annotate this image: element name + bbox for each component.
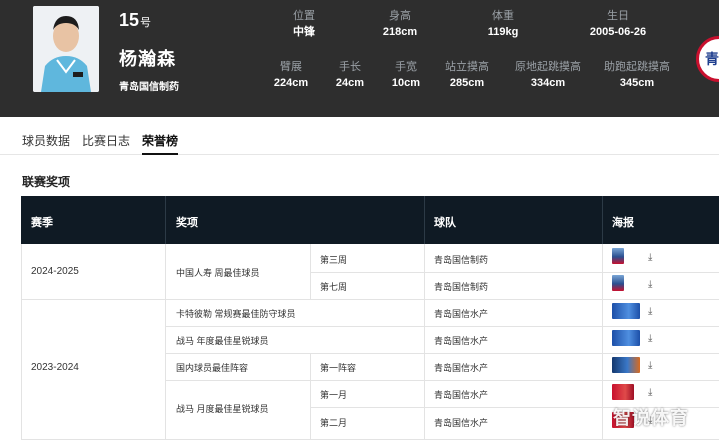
jersey-number: 15号 (119, 10, 152, 30)
poster-thumbnail[interactable] (612, 275, 624, 291)
player-header: 15号 杨瀚森 青岛国信制药 位置 中锋 身高 218cm 体重 119kg 生日 20… (0, 0, 719, 117)
download-icon[interactable]: ⤓ (648, 360, 652, 371)
header-poster: 海报 (612, 217, 634, 229)
download-icon[interactable]: ⤓ (648, 333, 652, 344)
stat-standing-vertical: 原地起跳摸高 334cm (515, 61, 581, 89)
poster-thumbnail[interactable] (612, 330, 640, 346)
poster-thumbnail[interactable] (612, 357, 640, 373)
header-season: 赛季 (31, 217, 53, 229)
watermark: 智说体育 (613, 408, 689, 428)
header-team: 球队 (434, 217, 456, 229)
tab-honors[interactable]: 荣誉榜 (142, 132, 179, 155)
stat-running-vertical: 助跑起跳摸高 345cm (604, 61, 670, 89)
player-name: 杨瀚森 (119, 49, 176, 69)
header-award: 奖项 (176, 217, 198, 229)
stat-birthday: 生日 2005-06-26 (589, 10, 647, 38)
download-icon[interactable]: ⤓ (648, 306, 652, 317)
poster-thumbnail[interactable] (612, 248, 624, 264)
download-icon[interactable]: ⤓ (648, 387, 652, 398)
stat-height: 身高 218cm (382, 10, 418, 38)
download-icon[interactable]: ⤓ (648, 252, 652, 263)
poster-thumbnail[interactable] (612, 303, 640, 319)
stat-standing-reach: 站立摸高 285cm (445, 61, 489, 89)
section-title: 联赛奖项 (22, 175, 71, 189)
download-icon[interactable]: ⤓ (648, 279, 652, 290)
awards-table: 赛季 奖项 球队 海报 2024-2025 2023-2024 中国人寿 周最佳… (21, 196, 719, 440)
stat-weight: 体重 119kg (487, 10, 519, 38)
player-photo (33, 6, 99, 92)
profile-tabs: 球员数据 比赛日志 荣誉榜 (0, 117, 719, 155)
table-header: 赛季 奖项 球队 海报 (21, 196, 719, 244)
player-team: 青岛国信制药 (119, 82, 179, 93)
team-logo: 青 (696, 36, 719, 82)
tab-player-data[interactable]: 球员数据 (22, 132, 70, 149)
tab-game-log[interactable]: 比赛日志 (82, 132, 130, 149)
poster-thumbnail[interactable] (612, 384, 634, 400)
stat-position: 位置 中锋 (293, 10, 315, 38)
